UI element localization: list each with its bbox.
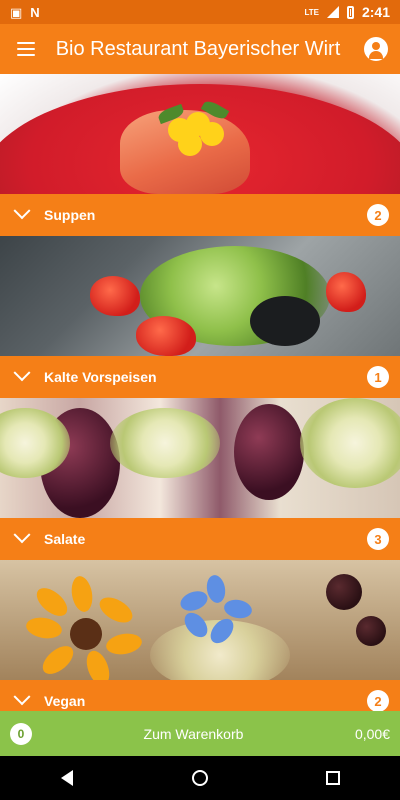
chevron-down-icon <box>0 518 44 560</box>
hamburger-icon <box>17 42 35 56</box>
vegan-dish-image[interactable] <box>0 560 400 680</box>
category-header-salate[interactable]: Salate 3 <box>0 518 400 560</box>
category-header-suppen[interactable]: Suppen 2 <box>0 194 400 236</box>
category-count-badge: 2 <box>367 690 389 711</box>
status-bar: ▣ N LTE 2:41 <box>0 0 400 24</box>
category-kalte-vorspeisen[interactable]: Kalte Vorspeisen 1 <box>0 236 400 398</box>
chevron-down-icon <box>0 356 44 398</box>
system-nav-bar <box>0 756 400 800</box>
category-count-badge: 1 <box>367 366 389 388</box>
category-label: Suppen <box>44 207 96 223</box>
category-header-kalte-vorspeisen[interactable]: Kalte Vorspeisen 1 <box>0 356 400 398</box>
category-label: Kalte Vorspeisen <box>44 369 157 385</box>
category-label: Vegan <box>44 693 86 709</box>
signal-icon <box>326 6 339 18</box>
home-button[interactable] <box>170 756 230 800</box>
category-vegan[interactable]: Vegan 2 <box>0 560 400 711</box>
recents-icon <box>326 771 341 785</box>
category-suppen[interactable]: Suppen 2 <box>0 74 400 236</box>
category-count-badge: 2 <box>367 204 389 226</box>
category-salate[interactable]: Salate 3 <box>0 398 400 560</box>
profile-button[interactable] <box>352 24 400 74</box>
soup-image[interactable] <box>0 74 400 194</box>
cart-count-badge: 0 <box>10 722 32 745</box>
battery-icon <box>346 5 354 19</box>
recents-button[interactable] <box>303 756 363 800</box>
chevron-down-icon <box>0 194 44 236</box>
app-bar: Bio Restaurant Bayerischer Wirt <box>0 24 400 74</box>
cart-label: Zum Warenkorb <box>143 725 244 742</box>
chevron-down-icon <box>0 680 44 711</box>
cart-button[interactable]: 0 Zum Warenkorb 0,00€ <box>0 711 400 756</box>
menu-button[interactable] <box>0 24 52 74</box>
app-title: Bio Restaurant Bayerischer Wirt <box>55 37 341 60</box>
account-icon <box>364 37 388 61</box>
salad-rolls-image[interactable] <box>0 398 400 518</box>
category-header-vegan[interactable]: Vegan 2 <box>0 680 400 711</box>
category-label: Salate <box>44 531 86 547</box>
category-list[interactable]: Suppen 2 Kalte Vorspeisen 1 Salate 3 Veg… <box>0 74 400 711</box>
back-icon <box>60 770 73 786</box>
photo-icon: ▣ <box>10 4 23 20</box>
home-icon <box>191 770 208 786</box>
back-button[interactable] <box>37 756 97 800</box>
network-type: LTE <box>304 7 319 17</box>
cart-total: 0,00€ <box>354 725 390 742</box>
salad-starter-image[interactable] <box>0 236 400 356</box>
n-icon: N <box>30 4 40 20</box>
category-count-badge: 3 <box>367 528 389 550</box>
status-time: 2:41 <box>361 4 390 20</box>
